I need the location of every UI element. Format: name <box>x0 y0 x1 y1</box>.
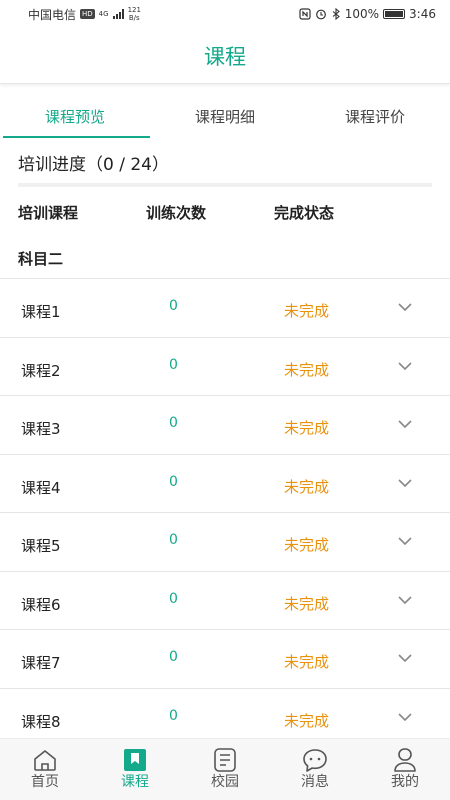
carrier-label: 中国电信 <box>28 7 77 22</box>
battery-icon <box>383 9 406 19</box>
speed-value: 121 <box>127 6 141 14</box>
title-bar: 课程 <box>0 28 450 84</box>
completion-status: 未完成 <box>284 419 330 437</box>
nav-courses-label: 课程 <box>121 774 149 790</box>
chevron-down-icon[interactable] <box>396 359 414 373</box>
tab-course-details[interactable]: 课程明细 <box>150 98 300 138</box>
course-name: 课程7 <box>21 654 61 672</box>
table-row[interactable]: 课程6 0 未完成 <box>0 572 450 630</box>
table-row[interactable]: 课程2 0 未完成 <box>0 338 450 396</box>
nav-home-label: 首页 <box>31 774 59 790</box>
nav-messages-label: 消息 <box>301 774 329 790</box>
nav-campus-label: 校园 <box>211 774 239 790</box>
network-speed: 121 B/s <box>128 6 141 22</box>
clock: 3:46 <box>409 7 436 21</box>
nav-profile[interactable]: 我的 <box>360 739 450 800</box>
profile-icon <box>394 748 416 772</box>
nav-messages[interactable]: 消息 <box>270 739 360 800</box>
course-name: 课程3 <box>21 420 61 438</box>
status-right: 100% 3:46 <box>299 7 436 21</box>
bluetooth-icon <box>332 8 340 20</box>
battery-percent: 100% <box>344 7 380 21</box>
table-row[interactable]: 课程4 0 未完成 <box>0 455 450 513</box>
training-count: 0 <box>169 356 178 373</box>
training-count: 0 <box>169 649 178 665</box>
training-progress: 培训进度（0 / 24） <box>18 155 169 175</box>
document-icon <box>214 748 236 772</box>
column-header-course: 培训课程 <box>18 204 79 222</box>
course-name: 课程1 <box>21 303 61 321</box>
page-title: 课程 <box>204 44 246 69</box>
course-name: 课程8 <box>21 712 61 731</box>
nav-profile-label: 我的 <box>391 774 419 790</box>
training-count: 0 <box>169 532 178 548</box>
tab-course-overview[interactable]: 课程预览 <box>0 98 150 138</box>
progress-divider <box>18 183 432 187</box>
completion-status: 未完成 <box>284 536 330 554</box>
chevron-down-icon[interactable] <box>396 534 414 548</box>
signal-icon <box>112 9 124 19</box>
chevron-down-icon[interactable] <box>396 710 414 724</box>
training-count: 0 <box>169 590 178 607</box>
status-bar: 中国电信 HD 4G 121 B/s 100% 3:46 <box>0 0 450 28</box>
chevron-down-icon[interactable] <box>396 300 414 314</box>
tab-course-reviews[interactable]: 课程评价 <box>300 98 450 138</box>
nav-campus[interactable]: 校园 <box>180 739 270 800</box>
tab-bar: 课程预览 课程明细 课程评价 <box>0 98 450 138</box>
alarm-icon <box>315 9 326 20</box>
chevron-down-icon[interactable] <box>396 417 414 431</box>
completion-status: 未完成 <box>284 711 330 730</box>
table-row[interactable]: 课程7 0 未完成 <box>0 630 450 689</box>
course-name: 课程2 <box>21 361 61 380</box>
status-left: 中国电信 HD 4G 121 B/s <box>28 6 141 23</box>
bookmark-icon <box>124 749 146 771</box>
table-row[interactable]: 课程1 0 未完成 <box>0 279 450 338</box>
nav-home[interactable]: 首页 <box>0 739 90 800</box>
subject-title: 科目二 <box>18 250 64 268</box>
bottom-nav: 首页 课程 校园 消息 我的 <box>0 738 450 800</box>
column-header-status: 完成状态 <box>274 204 335 222</box>
course-name: 课程4 <box>21 478 61 497</box>
chevron-down-icon[interactable] <box>396 476 414 490</box>
course-name: 课程6 <box>21 595 61 614</box>
course-list: 课程1 0 未完成 课程2 0 未完成 课程3 0 未完成 课程4 0 未完成 … <box>0 278 450 747</box>
chevron-down-icon[interactable] <box>396 651 414 665</box>
hd-icon: HD <box>80 9 95 19</box>
table-row[interactable]: 课程3 0 未完成 <box>0 396 450 455</box>
speed-unit: B/s <box>128 14 140 22</box>
completion-status: 未完成 <box>284 594 330 613</box>
completion-status: 未完成 <box>284 653 330 671</box>
training-count: 0 <box>169 298 178 314</box>
chevron-down-icon[interactable] <box>396 593 414 607</box>
completion-status: 未完成 <box>284 302 330 320</box>
completion-status: 未完成 <box>284 360 330 379</box>
training-count: 0 <box>169 473 178 490</box>
table-header: 培训课程 训练次数 完成状态 <box>0 202 450 226</box>
training-count: 0 <box>169 707 178 724</box>
table-row[interactable]: 课程5 0 未完成 <box>0 513 450 572</box>
training-count: 0 <box>169 415 178 431</box>
completion-status: 未完成 <box>284 477 330 496</box>
column-header-count: 训练次数 <box>146 204 207 222</box>
course-name: 课程5 <box>21 537 61 555</box>
network-type-label: 4G <box>98 9 109 18</box>
nav-courses[interactable]: 课程 <box>90 739 180 800</box>
nfc-icon <box>299 8 311 20</box>
home-icon <box>34 750 56 771</box>
message-icon <box>303 749 327 772</box>
